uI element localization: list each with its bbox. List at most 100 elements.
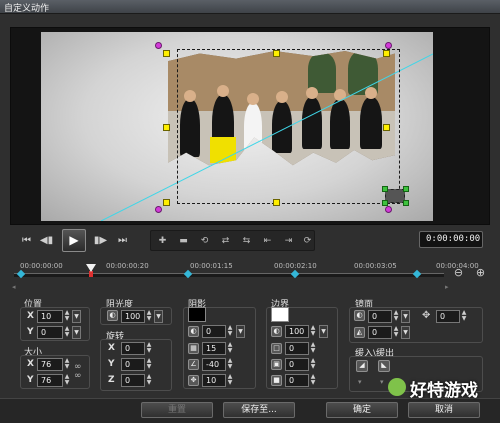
shadow-handle[interactable] — [403, 186, 409, 192]
border-opacity-stepper[interactable]: ▲ ▼ — [310, 325, 316, 338]
border-fill-input[interactable]: 0 — [285, 374, 309, 387]
mirror-opacity-input[interactable]: 0 — [368, 310, 392, 323]
rotation-x-input[interactable]: 0 — [121, 342, 145, 355]
scroll-right-icon[interactable]: ▸ — [445, 283, 449, 291]
resize-handle[interactable] — [273, 199, 280, 206]
border-opacity-dropdown[interactable]: ▼ — [319, 325, 328, 338]
resize-handle[interactable] — [163, 199, 170, 206]
ok-button[interactable]: 确定 — [326, 402, 398, 418]
save-to-button[interactable]: 保存至... — [223, 402, 295, 418]
window-title: 自定义动作 — [4, 4, 50, 14]
opacity-input[interactable]: 100 — [121, 310, 145, 323]
mirror-opacity-stepper[interactable]: ▲ ▼ — [393, 310, 399, 323]
rotation-z-label: Z — [108, 375, 115, 385]
size-y-stepper[interactable]: ▲ ▼ — [64, 374, 70, 387]
playhead[interactable] — [86, 264, 96, 272]
mirror-blur-dropdown[interactable]: ▼ — [401, 326, 410, 339]
next-frame-icon[interactable]: ▮▶ — [92, 232, 109, 249]
previous-frame-icon[interactable]: ◀▮ — [38, 232, 55, 249]
scroll-left-icon[interactable]: ◂ — [12, 283, 16, 291]
opacity-stepper[interactable]: ▲ ▼ — [146, 310, 152, 323]
border-blur-icon: ▣ — [271, 359, 282, 370]
shadow-preview[interactable] — [385, 189, 405, 203]
timecode-display[interactable]: 0:00:00:00 — [419, 231, 483, 248]
corner-handle[interactable] — [155, 42, 162, 49]
shadow-opacity-dropdown[interactable]: ▼ — [236, 325, 245, 338]
zoom-in-icon[interactable]: ⊕ — [474, 266, 487, 279]
cancel-button[interactable]: 取消 — [408, 402, 480, 418]
rotation-y-input[interactable]: 0 — [121, 358, 145, 371]
border-color-swatch[interactable] — [271, 307, 289, 322]
shadow-distance-input[interactable]: 10 — [202, 374, 226, 387]
reset-button[interactable]: 重置 — [141, 402, 213, 418]
paste-keyframe-icon[interactable]: ⟳ — [300, 234, 315, 248]
move-keyframe-left-icon[interactable]: ⇤ — [260, 234, 275, 248]
shadow-angle-input[interactable]: -40 — [202, 358, 226, 371]
shadow-opacity-input[interactable]: 0 — [202, 325, 226, 338]
mirror-offset-input[interactable]: 0 — [436, 310, 460, 323]
shadow-blur-stepper[interactable]: ▲ ▼ — [227, 342, 233, 355]
mirror-opacity-dropdown[interactable]: ▼ — [401, 310, 410, 323]
shadow-opacity-stepper[interactable]: ▲ ▼ — [227, 325, 233, 338]
shadow-blur-input[interactable]: 15 — [202, 342, 226, 355]
corner-handle[interactable] — [155, 206, 162, 213]
rotation-z-input[interactable]: 0 — [121, 374, 145, 387]
mirror-blur-input[interactable]: 0 — [368, 326, 392, 339]
resize-handle[interactable] — [273, 50, 280, 57]
timeline-track[interactable] — [14, 273, 444, 277]
play-button[interactable]: ▶ — [62, 229, 86, 252]
timeline-ruler[interactable]: 00:00:00:00 00:00:00:20 00:00:01:15 00:0… — [10, 258, 479, 291]
border-width-input[interactable]: 0 — [285, 342, 309, 355]
resize-handle[interactable] — [383, 124, 390, 131]
position-y-input[interactable]: 0 — [37, 326, 63, 339]
selection-box[interactable] — [177, 49, 400, 204]
corner-handle[interactable] — [385, 206, 392, 213]
position-y-dropdown[interactable]: ▼ — [72, 326, 81, 339]
shadow-angle-stepper[interactable]: ▲ ▼ — [227, 358, 233, 371]
preview-canvas[interactable] — [41, 32, 433, 221]
shadow-blur-icon: ▦ — [188, 343, 199, 354]
shadow-handle[interactable] — [403, 200, 409, 206]
size-y-input[interactable]: 76 — [37, 374, 63, 387]
border-fill-stepper[interactable]: ▲ ▼ — [310, 374, 316, 387]
shadow-color-swatch[interactable] — [188, 307, 206, 322]
watermark-logo-icon — [388, 378, 406, 396]
position-x-stepper[interactable]: ▲ ▼ — [64, 310, 70, 323]
rotation-y-label: Y — [108, 359, 115, 369]
size-x-stepper[interactable]: ▲ ▼ — [64, 358, 70, 371]
zoom-out-icon[interactable]: ⊖ — [452, 266, 465, 279]
resize-handle[interactable] — [163, 50, 170, 57]
swap-keyframe-icon[interactable]: ⇄ — [218, 234, 233, 248]
keyframe-toolbar: ✚ ▬ ⟲ ⇄ ⇆ ⇤ ⇥ ⟳ — [150, 230, 315, 251]
move-keyframe-right-icon[interactable]: ⇥ — [281, 234, 296, 248]
corner-handle[interactable] — [385, 42, 392, 49]
go-to-start-icon[interactable]: ⏮ — [18, 232, 35, 249]
border-opacity-input[interactable]: 100 — [285, 325, 309, 338]
rotation-z-stepper[interactable]: ▲ ▼ — [146, 374, 152, 387]
mirror-offset-stepper[interactable]: ▲ ▼ — [461, 310, 467, 323]
border-blur-input[interactable]: 0 — [285, 358, 309, 371]
shadow-distance-stepper[interactable]: ▲ ▼ — [227, 374, 233, 387]
border-blur-stepper[interactable]: ▲ ▼ — [310, 358, 316, 371]
position-x-input[interactable]: 10 — [37, 310, 63, 323]
size-x-input[interactable]: 76 — [37, 358, 63, 371]
position-x-dropdown[interactable]: ▼ — [72, 310, 81, 323]
copy-keyframe-icon[interactable]: ⇆ — [239, 234, 254, 248]
go-to-end-icon[interactable]: ⏭ — [114, 232, 131, 249]
shadow-handle[interactable] — [382, 200, 388, 206]
opacity-dropdown[interactable]: ▼ — [154, 310, 163, 323]
ease-out-icon[interactable]: ◣ — [378, 360, 390, 372]
resize-handle[interactable] — [383, 50, 390, 57]
add-keyframe-icon[interactable]: ✚ — [155, 234, 170, 248]
rotation-y-stepper[interactable]: ▲ ▼ — [146, 358, 152, 371]
border-width-stepper[interactable]: ▲ ▼ — [310, 342, 316, 355]
shadow-handle[interactable] — [382, 186, 388, 192]
rotation-x-stepper[interactable]: ▲ ▼ — [146, 342, 152, 355]
mirror-blur-stepper[interactable]: ▲ ▼ — [393, 326, 399, 339]
link-icon[interactable]: ∞ ∞ — [74, 363, 82, 381]
remove-keyframe-icon[interactable]: ▬ — [176, 234, 191, 248]
reverse-keyframe-icon[interactable]: ⟲ — [197, 234, 212, 248]
position-y-stepper[interactable]: ▲ ▼ — [64, 326, 70, 339]
resize-handle[interactable] — [163, 124, 170, 131]
ease-in-icon[interactable]: ◢ — [356, 360, 368, 372]
